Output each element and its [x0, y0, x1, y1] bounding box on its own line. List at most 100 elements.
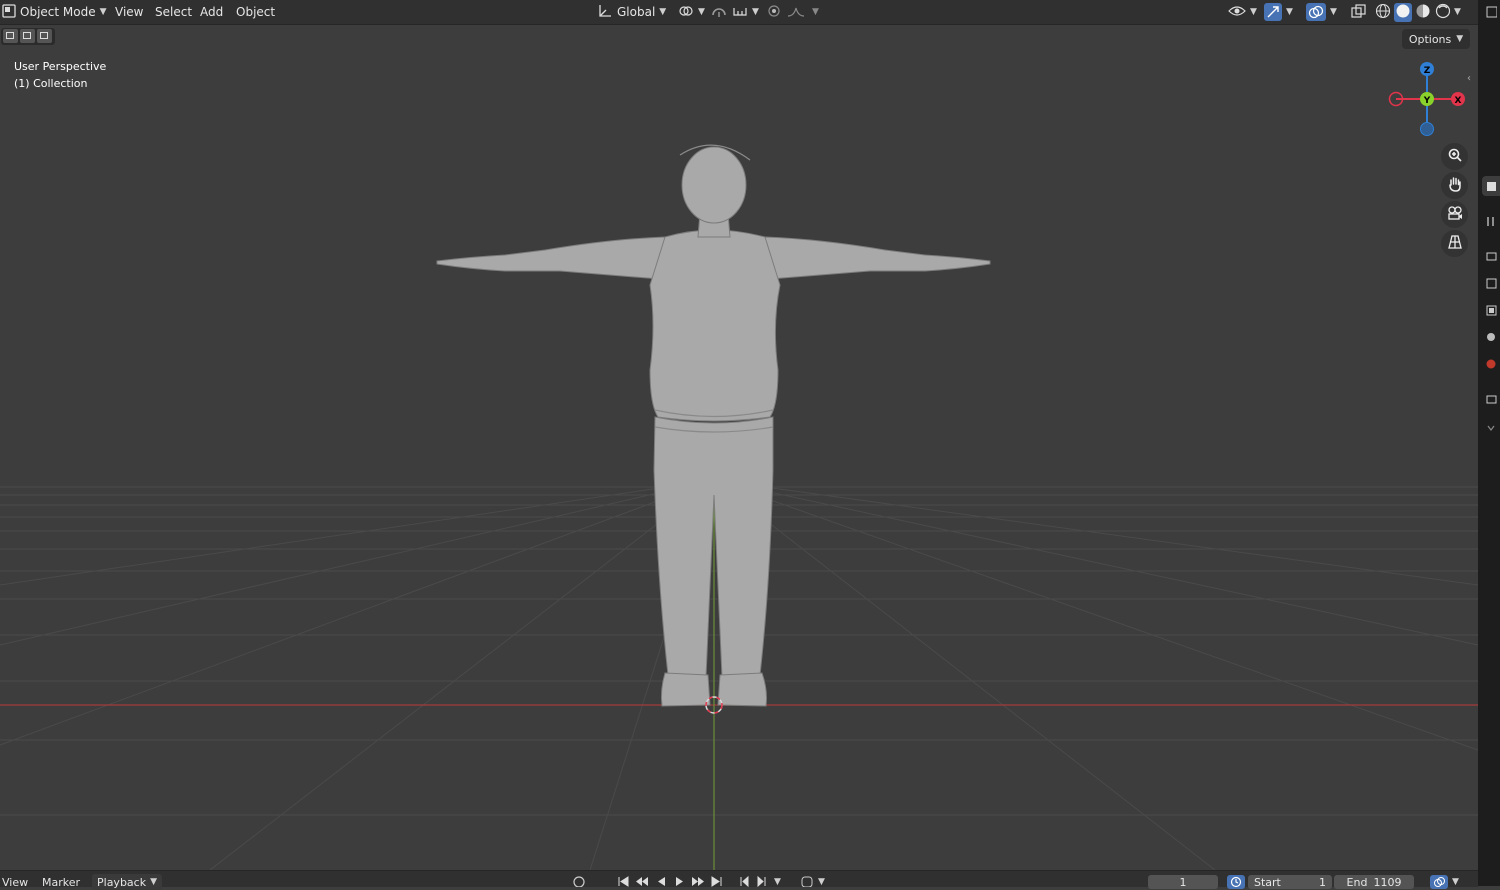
snap-target-icon[interactable] — [732, 4, 748, 21]
play-icon[interactable] — [673, 875, 685, 890]
timeline-menu-playback[interactable]: Playback ▼ — [92, 874, 163, 890]
shading-material-icon[interactable] — [1414, 3, 1432, 22]
next-frame-icon[interactable] — [756, 875, 768, 890]
view-layer-tab-icon[interactable] — [1482, 300, 1500, 320]
zoom-button[interactable] — [1441, 143, 1468, 170]
editor-type-icon[interactable] — [2, 3, 16, 21]
chevron-down-icon: ▼ — [1286, 7, 1293, 17]
gizmo-y-label: Y — [1423, 96, 1431, 106]
chevron-down-icon: ▼ — [752, 7, 759, 17]
collection-tab-icon[interactable] — [1482, 389, 1500, 409]
proportional-edit-icon — [766, 4, 782, 21]
visibility-icon — [1228, 4, 1246, 21]
timeline-header: View Marker Playback ▼ ▼ ▼ 1 Start 1 End… — [0, 870, 1478, 890]
menu-view[interactable]: View — [111, 3, 147, 21]
playback-label: Playback — [97, 875, 147, 889]
3d-viewport[interactable]: User Perspective (1) Collection Options … — [0, 25, 1478, 870]
tool-tab-icon[interactable] — [1482, 176, 1500, 196]
visibility-dropdown[interactable]: ▼ — [1228, 3, 1257, 21]
pan-button[interactable] — [1441, 172, 1468, 199]
timeline-menu-marker[interactable]: Marker — [42, 874, 80, 890]
ortho-toggle-button[interactable] — [1441, 230, 1468, 257]
shading-rendered-icon[interactable] — [1434, 3, 1452, 22]
viewport-header: Object Mode ▼ View Select Add Object Glo… — [0, 0, 1478, 25]
snap-toggle[interactable]: ▼ — [710, 3, 759, 21]
jump-start-icon[interactable] — [617, 875, 629, 890]
shading-wireframe-icon[interactable] — [1374, 3, 1392, 22]
overlay-icon — [1306, 3, 1326, 21]
render-tab-icon[interactable] — [1482, 246, 1500, 266]
chevron-down-icon: ▼ — [1456, 34, 1464, 44]
tool-settings-icon[interactable] — [1482, 211, 1500, 231]
chevron-down-icon[interactable]: ▼ — [1454, 7, 1461, 17]
pan-hand-icon — [1447, 176, 1463, 196]
overlay-toggle[interactable]: ▼ — [1306, 3, 1337, 21]
ortho-grid-icon — [1447, 234, 1463, 254]
options-label: Options — [1408, 32, 1452, 46]
proportional-edit-toggle[interactable]: ▼ — [766, 3, 819, 21]
start-label: Start — [1254, 875, 1281, 889]
chevron-down-icon: ▼ — [1330, 7, 1337, 17]
mode-label: Object Mode — [20, 5, 96, 19]
select-new-icon[interactable] — [3, 29, 18, 43]
preview-range-toggle[interactable] — [1227, 874, 1245, 890]
mode-dropdown[interactable]: Object Mode ▼ — [2, 3, 107, 21]
select-extend-icon[interactable] — [20, 29, 35, 43]
camera-icon — [1447, 205, 1463, 225]
timeline-menu-view[interactable]: View — [2, 874, 28, 890]
view-name: User Perspective — [14, 60, 107, 73]
character-model[interactable] — [0, 25, 1478, 870]
chevron-down-icon: ▼ — [812, 7, 819, 17]
start-value: 1 — [1319, 875, 1326, 889]
menu-object[interactable]: Object — [232, 3, 279, 21]
end-frame-field[interactable]: End 1109 — [1334, 874, 1414, 890]
xray-icon — [1350, 3, 1368, 21]
overlay-icon — [1430, 875, 1448, 889]
scene-tab-icon[interactable] — [1482, 327, 1500, 347]
next-keyframe-icon[interactable] — [691, 875, 705, 890]
menu-add[interactable]: Add — [196, 3, 227, 21]
pivot-point-dropdown[interactable]: ▼ — [678, 3, 705, 21]
transform-orientation-icon — [597, 4, 613, 21]
timeline-overlay-toggle[interactable]: ▼ — [1430, 874, 1459, 890]
gizmo-icon — [1264, 3, 1282, 21]
chevron-down-icon: ▼ — [659, 7, 667, 17]
gizmo-z-label: Z — [1424, 66, 1431, 76]
autokey-toggle[interactable] — [572, 874, 586, 890]
prev-keyframe-icon[interactable] — [635, 875, 649, 890]
falloff-icon[interactable] — [786, 4, 808, 21]
keying-icon — [800, 875, 814, 890]
camera-view-button[interactable] — [1441, 201, 1468, 228]
end-label: End — [1346, 875, 1368, 889]
prev-frame-icon[interactable] — [738, 875, 750, 890]
chevron-down-icon: ▼ — [698, 7, 705, 17]
properties-tab-strip — [1478, 0, 1500, 886]
chevron-down-icon: ▼ — [99, 7, 107, 17]
options-dropdown[interactable]: Options ▼ — [1402, 29, 1470, 49]
gizmo-z-negative — [1420, 122, 1434, 136]
menu-select[interactable]: Select — [151, 3, 196, 21]
pivot-icon — [678, 4, 694, 21]
viewport-info: User Perspective (1) Collection — [14, 58, 106, 92]
collection-name: (1) Collection — [14, 77, 88, 90]
play-reverse-icon[interactable] — [655, 875, 667, 890]
transform-orientation-dropdown[interactable]: Global ▼ — [597, 3, 666, 21]
xray-toggle[interactable] — [1350, 3, 1368, 21]
current-frame-value: 1 — [1148, 875, 1218, 889]
chevron-down-icon[interactable] — [1482, 418, 1500, 438]
keying-toggle[interactable]: ▼ — [800, 874, 825, 890]
current-frame-field[interactable]: 1 — [1148, 874, 1218, 890]
navigation-gizmo[interactable]: Z X Y — [1385, 58, 1469, 142]
end-value: 1109 — [1373, 875, 1402, 889]
world-tab-icon[interactable] — [1482, 354, 1500, 374]
select-subtract-icon[interactable] — [37, 29, 52, 43]
gizmo-toggle[interactable]: ▼ — [1264, 3, 1293, 21]
start-frame-field[interactable]: Start 1 — [1248, 874, 1332, 890]
selection-mode-strip — [1, 28, 55, 45]
shading-solid-icon[interactable] — [1394, 2, 1412, 22]
output-tab-icon[interactable] — [1482, 273, 1500, 293]
end-field-box: End 1109 — [1334, 875, 1414, 889]
editor-type-icon[interactable] — [1482, 2, 1500, 22]
orientation-label: Global — [617, 5, 656, 19]
jump-end-icon[interactable] — [711, 875, 723, 890]
